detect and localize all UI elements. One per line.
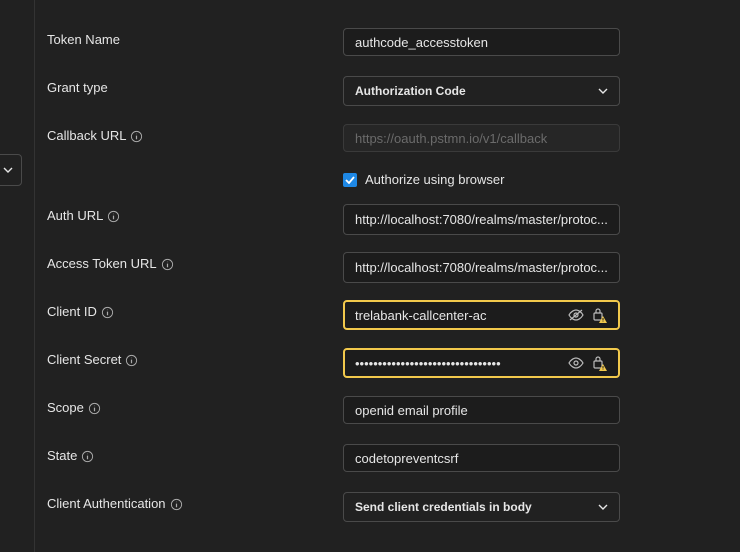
client-auth-row: Client Authentication Send client creden… xyxy=(47,492,727,522)
info-icon[interactable] xyxy=(88,402,101,415)
info-icon[interactable] xyxy=(130,130,143,143)
client-auth-label: Client Authentication xyxy=(47,494,183,514)
token-name-label: Token Name xyxy=(47,32,120,47)
auth-url-label: Auth URL xyxy=(47,206,120,226)
lock-warning-icon[interactable] xyxy=(592,355,608,371)
eye-off-icon[interactable] xyxy=(568,309,584,321)
authorize-browser-option[interactable]: Authorize using browser xyxy=(343,172,504,187)
scope-label: Scope xyxy=(47,398,101,418)
callback-url-row: Callback URL https://oauth.pstmn.io/v1/c… xyxy=(47,124,727,154)
client-secret-input[interactable]: •••••••••••••••••••••••••••••••• xyxy=(343,348,620,378)
client-secret-label: Client Secret xyxy=(47,350,138,370)
state-input[interactable]: codetopreventcsrf xyxy=(343,444,620,472)
callback-url-input[interactable]: https://oauth.pstmn.io/v1/callback xyxy=(343,124,620,152)
access-token-url-input[interactable]: http://localhost:7080/realms/master/prot… xyxy=(343,252,620,283)
grant-type-row: Grant type Authorization Code xyxy=(47,76,727,106)
scope-input[interactable]: openid email profile xyxy=(343,396,620,424)
state-row: State codetopreventcsrf xyxy=(47,444,727,474)
info-icon[interactable] xyxy=(107,210,120,223)
left-dropdown[interactable] xyxy=(0,154,22,186)
token-name-input[interactable]: authcode_accesstoken xyxy=(343,28,620,56)
token-name-row: Token Name authcode_accesstoken xyxy=(47,28,727,58)
access-token-url-row: Access Token URL http://localhost:7080/r… xyxy=(47,252,727,283)
eye-icon[interactable] xyxy=(568,357,584,369)
callback-url-label: Callback URL xyxy=(47,126,143,146)
client-id-row: Client ID trelabank-callcenter-ac xyxy=(47,300,727,330)
client-id-label: Client ID xyxy=(47,302,114,322)
lock-warning-icon[interactable] xyxy=(592,307,608,323)
access-token-url-label: Access Token URL xyxy=(47,254,174,274)
info-icon[interactable] xyxy=(81,450,94,463)
client-auth-select[interactable]: Send client credentials in body xyxy=(343,492,620,522)
client-secret-row: Client Secret ••••••••••••••••••••••••••… xyxy=(47,348,727,378)
checkmark-icon xyxy=(345,175,355,184)
auth-url-row: Auth URL http://localhost:7080/realms/ma… xyxy=(47,204,727,235)
auth-url-input[interactable]: http://localhost:7080/realms/master/prot… xyxy=(343,204,620,235)
authorize-browser-label: Authorize using browser xyxy=(365,172,505,187)
info-icon[interactable] xyxy=(125,354,138,367)
authorize-browser-checkbox[interactable] xyxy=(343,172,357,187)
chevron-down-icon xyxy=(598,504,608,510)
state-label: State xyxy=(47,446,94,466)
info-icon[interactable] xyxy=(161,258,174,271)
grant-type-label: Grant type xyxy=(47,80,108,95)
info-icon[interactable] xyxy=(170,498,183,511)
left-panel xyxy=(0,0,35,552)
client-id-input[interactable]: trelabank-callcenter-ac xyxy=(343,300,620,330)
info-icon[interactable] xyxy=(101,306,114,319)
chevron-down-icon xyxy=(3,167,13,173)
chevron-down-icon xyxy=(598,88,608,94)
scope-row: Scope openid email profile xyxy=(47,396,727,426)
grant-type-select[interactable]: Authorization Code xyxy=(343,76,620,106)
